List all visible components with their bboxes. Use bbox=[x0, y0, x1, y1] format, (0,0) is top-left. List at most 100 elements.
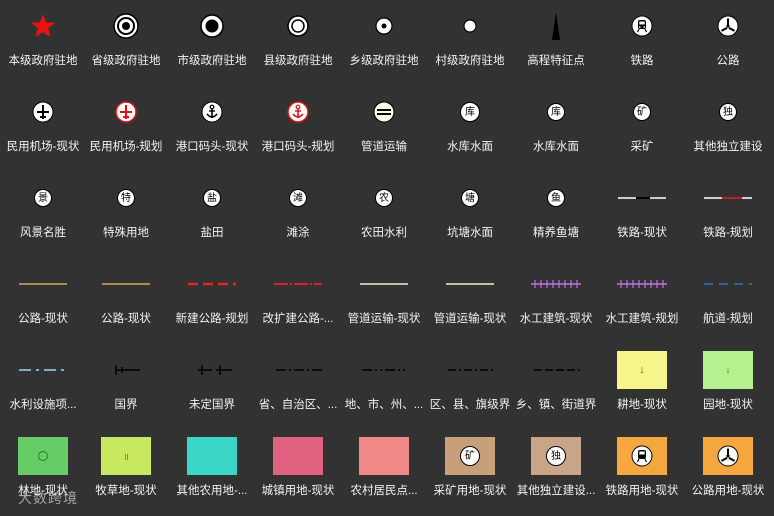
scenic-icon: 景 bbox=[34, 189, 52, 207]
forest-swatch-icon bbox=[18, 437, 68, 475]
legend-label: 铁路-规划 bbox=[703, 227, 753, 239]
city-border-icon bbox=[362, 369, 408, 371]
legend-label: 水库水面 bbox=[533, 141, 579, 153]
legend-label: 水利设施项... bbox=[9, 399, 77, 411]
water-facility-line-icon bbox=[19, 369, 67, 371]
legend-label: 新建公路-规划 bbox=[175, 313, 249, 325]
legend-item: 农村居民点... bbox=[341, 430, 427, 516]
railway-line-planned-icon bbox=[704, 197, 752, 199]
elevation-spike-icon bbox=[552, 12, 560, 40]
pond-icon: 塘 bbox=[461, 189, 479, 207]
legend-item: 本级政府驻地 bbox=[0, 0, 86, 86]
legend-label: 区、县、旗级界 bbox=[429, 399, 511, 411]
legend-item: ↓ 耕地-现状 bbox=[599, 344, 685, 430]
legend-item: 城镇用地-现状 bbox=[255, 430, 341, 516]
legend-item: 盐 盐田 bbox=[169, 172, 255, 258]
road-line-icon bbox=[19, 283, 67, 285]
legend-item: 县级政府驻地 bbox=[255, 0, 341, 86]
legend-label: 农村居民点... bbox=[350, 485, 418, 497]
pipeline-line-icon bbox=[360, 283, 408, 285]
legend-item: 矿 采矿 bbox=[599, 86, 685, 172]
watermark: 大数跨境 bbox=[18, 490, 78, 506]
legend-item: 公路-现状 bbox=[0, 258, 86, 344]
legend-item: 村级政府驻地 bbox=[427, 0, 513, 86]
legend-item: 国界 bbox=[83, 344, 169, 430]
legend-item: 鱼 精养鱼塘 bbox=[513, 172, 599, 258]
fish-pond-icon: 鱼 bbox=[547, 189, 565, 207]
train-icon bbox=[631, 15, 653, 37]
rebuild-road-icon bbox=[274, 283, 322, 285]
legend-item: 农 农田水利 bbox=[341, 172, 427, 258]
legend-item: 景 风景名胜 bbox=[0, 172, 86, 258]
legend-label: 港口码头-规划 bbox=[261, 141, 335, 153]
filled-circle-ring-icon bbox=[200, 14, 224, 38]
legend-item: 水利设施项... bbox=[0, 344, 86, 430]
legend-item: 改扩建公路-... bbox=[255, 258, 341, 344]
airport-existing-icon bbox=[32, 101, 54, 123]
dot-ring-icon bbox=[375, 17, 393, 35]
legend-grid: 本级政府驻地 省级政府驻地 市级政府驻地 县级政府驻地 乡级政府驻地 村级政府驻… bbox=[0, 0, 774, 515]
tidal-flat-icon: 滩 bbox=[289, 189, 307, 207]
legend-item: 铁路用地-现状 bbox=[599, 430, 685, 516]
mining-icon: 矿 bbox=[633, 103, 651, 121]
railway-land-swatch-icon bbox=[617, 437, 667, 475]
legend-label: 国界 bbox=[114, 399, 138, 411]
pipeline-line-icon bbox=[446, 283, 494, 285]
legend-label: 乡、镇、街道界 bbox=[515, 399, 597, 411]
legend-item: 塘 坑塘水面 bbox=[427, 172, 513, 258]
legend-item: 乡级政府驻地 bbox=[341, 0, 427, 86]
garden-swatch-icon: ↓ bbox=[703, 351, 753, 389]
province-border-icon bbox=[276, 369, 322, 371]
legend-label: 特殊用地 bbox=[103, 227, 149, 239]
town-border-icon bbox=[534, 369, 580, 371]
legend-label: 耕地-现状 bbox=[617, 399, 667, 411]
legend-item: 省级政府驻地 bbox=[83, 0, 169, 86]
mining-swatch-icon: 矿 bbox=[445, 437, 495, 475]
legend-item: 航道-规划 bbox=[685, 258, 771, 344]
legend-item: 民用机场-现状 bbox=[0, 86, 86, 172]
legend-item: ॥ 牧草地-现状 bbox=[83, 430, 169, 516]
legend-label: 水工建筑-现状 bbox=[519, 313, 593, 325]
legend-item: 省、自治区、... bbox=[255, 344, 341, 430]
legend-item: 公路 bbox=[685, 0, 771, 86]
legend-label: 其他独立建设... bbox=[516, 485, 596, 497]
legend-label: 省、自治区、... bbox=[258, 399, 338, 411]
special-land-icon: 特 bbox=[117, 189, 135, 207]
urban-swatch-icon bbox=[273, 437, 323, 475]
legend-label: 管道运输-现状 bbox=[347, 313, 421, 325]
legend-label: 县级政府驻地 bbox=[263, 55, 333, 67]
hydraulic-planned-icon bbox=[617, 280, 667, 288]
legend-item: 水工建筑-现状 bbox=[513, 258, 599, 344]
legend-item: 管道运输-现状 bbox=[341, 258, 427, 344]
airport-planned-icon bbox=[115, 101, 137, 123]
legend-label: 未定国界 bbox=[189, 399, 235, 411]
legend-label: 公路-现状 bbox=[18, 313, 68, 325]
legend-label: 园地-现状 bbox=[703, 399, 753, 411]
legend-item: 市级政府驻地 bbox=[169, 0, 255, 86]
waterway-planned-icon bbox=[704, 283, 752, 285]
legend-label: 本级政府驻地 bbox=[8, 55, 78, 67]
farmland-water-icon: 农 bbox=[375, 189, 393, 207]
legend-item: 铁路-现状 bbox=[599, 172, 685, 258]
legend-label: 盐田 bbox=[200, 227, 224, 239]
pipeline-icon bbox=[373, 101, 395, 123]
legend-label: 公路用地-现状 bbox=[691, 485, 765, 497]
legend-label: 管道运输-现状 bbox=[433, 313, 507, 325]
legend-item: 独 其他独立建设... bbox=[513, 430, 599, 516]
undetermined-border-icon bbox=[198, 365, 232, 375]
legend-item: 港口码头-规划 bbox=[255, 86, 341, 172]
legend-item: 民用机场-规划 bbox=[83, 86, 169, 172]
road-tri-icon bbox=[717, 15, 739, 37]
port-planned-icon bbox=[287, 101, 309, 123]
legend-label: 精养鱼塘 bbox=[533, 227, 579, 239]
legend-item: 独 其他独立建设 bbox=[685, 86, 771, 172]
legend-item: 公路-现状 bbox=[83, 258, 169, 344]
mining-swatch-glyph: 矿 bbox=[460, 446, 480, 466]
new-road-planned-icon bbox=[188, 282, 236, 286]
legend-label: 改扩建公路-... bbox=[262, 313, 334, 325]
legend-item: ↓ 园地-现状 bbox=[685, 344, 771, 430]
legend-label: 坑塘水面 bbox=[447, 227, 493, 239]
legend-label: 港口码头-现状 bbox=[175, 141, 249, 153]
legend-item: 特 特殊用地 bbox=[83, 172, 169, 258]
independent-swatch-icon: 独 bbox=[531, 437, 581, 475]
